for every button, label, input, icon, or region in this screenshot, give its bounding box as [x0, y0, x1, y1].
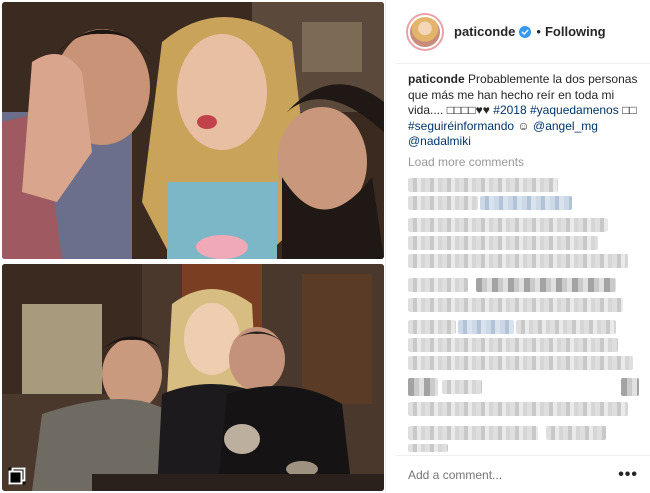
blurred-comment [408, 278, 468, 292]
blurred-comment [408, 338, 618, 352]
comment-footer: ••• [396, 455, 650, 493]
blurred-comment [408, 356, 633, 370]
post-caption: paticonde Probablemente la dos personas … [408, 72, 644, 150]
blurred-comment [408, 254, 628, 268]
blurred-comment-link [480, 196, 572, 210]
blurred-comment [408, 320, 456, 334]
post-header: paticonde • Following [396, 0, 650, 64]
post-media[interactable] [0, 0, 386, 493]
blurred-comment [408, 218, 608, 232]
blurred-comment [546, 426, 606, 440]
blurred-comment [408, 378, 438, 396]
hashtag-yaquedamenos[interactable]: #yaquedamenos [530, 103, 619, 117]
verified-badge-icon [519, 25, 532, 38]
blurred-comment-link [458, 320, 514, 334]
hashtag-2018[interactable]: #2018 [493, 103, 526, 117]
caption-mid-emoji: □□ [622, 103, 637, 117]
following-button[interactable]: Following [545, 24, 606, 39]
avatar[interactable] [406, 12, 444, 51]
caption-end-emoji: ☺ [517, 118, 530, 133]
photo-bottom-illustration [2, 264, 384, 491]
blurred-comment [408, 196, 478, 210]
hashtag-seguireinformando[interactable]: #seguiréinformando [408, 119, 514, 133]
post-sidebar: paticonde • Following paticonde Probable… [396, 0, 650, 493]
blurred-comment [408, 178, 558, 192]
gallery-icon [8, 467, 26, 485]
mention-nadalmiki[interactable]: @nadalmiki [408, 134, 471, 148]
blurred-comment [621, 378, 639, 396]
blurred-comment [408, 444, 448, 452]
caption-emojis: □□□□♥♥ [446, 103, 490, 117]
post-photo-bottom[interactable] [2, 264, 384, 491]
blurred-comment [408, 298, 623, 312]
more-options-icon[interactable]: ••• [618, 466, 638, 484]
blurred-comment [516, 320, 616, 334]
caption-username-link[interactable]: paticonde [408, 72, 465, 86]
mention-angel-mg[interactable]: @angel_mg [533, 119, 598, 133]
avatar-image [410, 16, 440, 47]
blurred-comment [442, 380, 482, 394]
blurred-comment [476, 278, 616, 292]
photo-top-illustration [2, 2, 384, 259]
blurred-comment [408, 236, 598, 250]
load-more-comments-link[interactable]: Load more comments [408, 155, 524, 169]
username-link[interactable]: paticonde [454, 24, 515, 39]
add-comment-input[interactable] [408, 467, 619, 482]
post-photo-top[interactable] [2, 2, 384, 259]
blurred-comment [408, 402, 628, 416]
blurred-comment [408, 426, 538, 440]
header-separator: • [536, 24, 541, 39]
